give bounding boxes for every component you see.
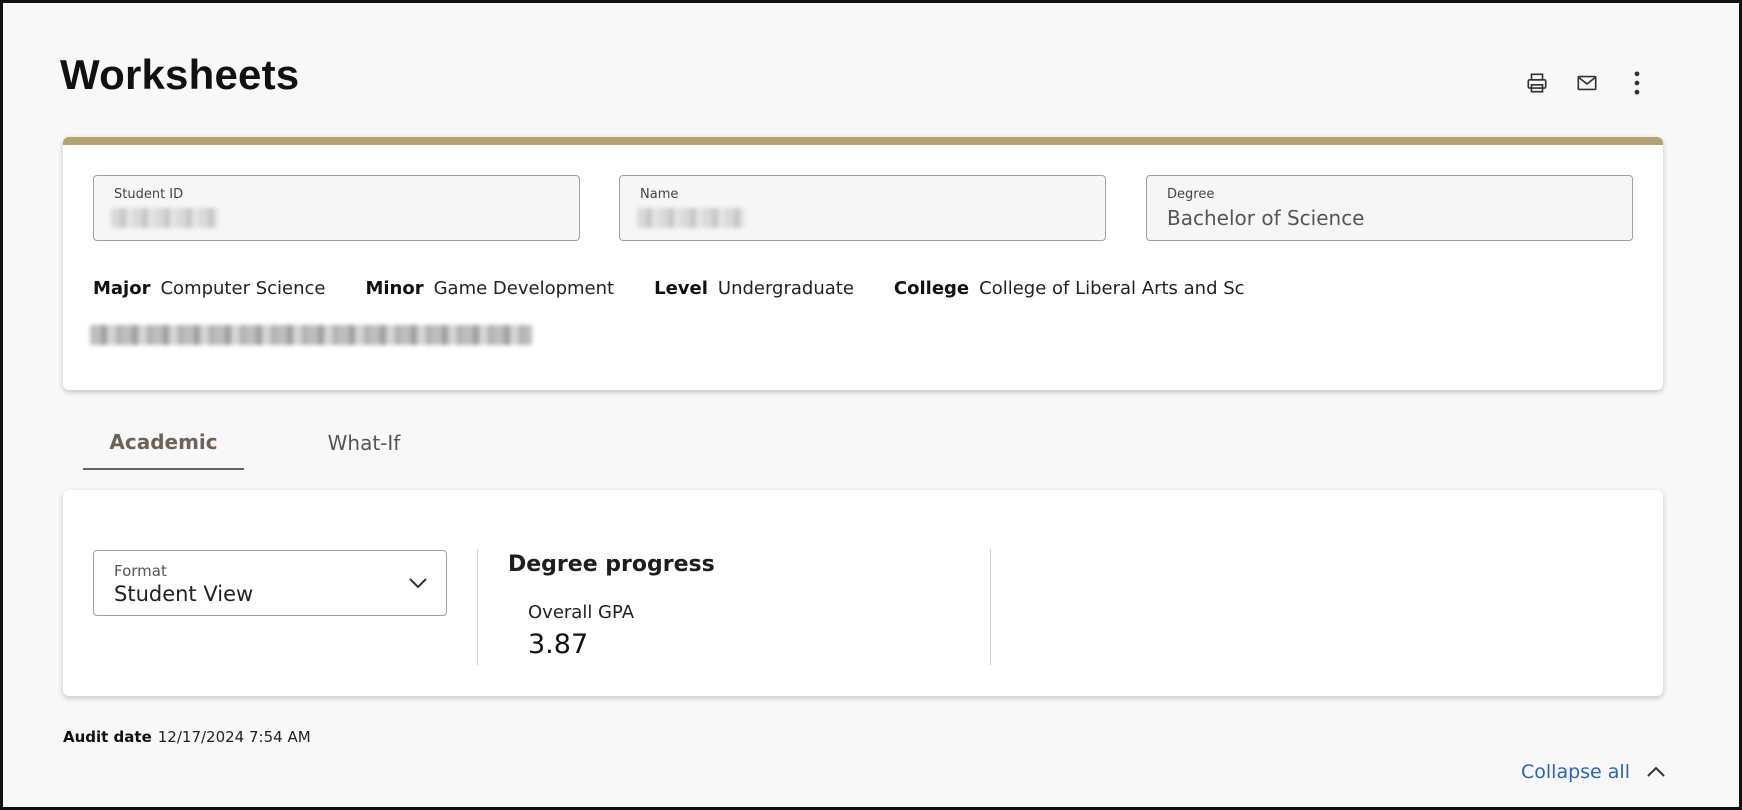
minor-item: Minor Game Development — [365, 278, 614, 299]
degree-field: Degree Bachelor of Science — [1146, 175, 1633, 241]
student-meta-row: Major Computer Science Minor Game Developm… — [93, 278, 1285, 299]
college-item: College College of Liberal Arts and Sc — [894, 278, 1245, 299]
email-button[interactable] — [1569, 65, 1605, 101]
divider-right — [990, 549, 991, 665]
major-value: Computer Science — [160, 278, 326, 299]
mail-icon — [1577, 75, 1597, 91]
minor-label: Minor — [365, 278, 424, 299]
level-value: Undergraduate — [717, 278, 854, 299]
page-title: Worksheets — [60, 51, 300, 98]
app-frame: Worksheets Student ID Name Degree Bachel… — [0, 0, 1742, 810]
student-name-field: Name — [619, 175, 1106, 241]
divider-left — [477, 549, 478, 665]
collapse-all-label: Collapse all — [1521, 761, 1630, 783]
student-name-label: Name — [640, 187, 679, 202]
audit-date-label: Audit date — [63, 728, 152, 746]
tab-academic[interactable]: Academic — [83, 415, 244, 470]
audit-date-value: 12/17/2024 7:54 AM — [157, 728, 311, 746]
degree-progress-title: Degree progress — [508, 552, 715, 577]
overall-gpa-value: 3.87 — [528, 629, 589, 660]
overall-gpa-label: Overall GPA — [528, 602, 635, 623]
college-value: College of Liberal Arts and Sc — [979, 278, 1245, 299]
student-id-field: Student ID — [93, 175, 580, 241]
collapse-all-button[interactable]: Collapse all — [1521, 761, 1666, 783]
more-vertical-icon — [1634, 71, 1640, 95]
level-item: Level Undergraduate — [654, 278, 854, 299]
format-select[interactable]: Format Student View — [93, 550, 447, 616]
chevron-down-icon — [409, 578, 427, 589]
major-item: Major Computer Science — [93, 278, 325, 299]
audit-summary-card: Format Student View Degree progress Over… — [63, 490, 1663, 696]
major-label: Major — [93, 278, 151, 299]
student-id-redacted — [111, 208, 218, 228]
student-name-redacted — [637, 208, 745, 228]
degree-label: Degree — [1167, 187, 1215, 202]
degree-value: Bachelor of Science — [1167, 206, 1365, 230]
more-options-button[interactable] — [1619, 65, 1655, 101]
print-button[interactable] — [1519, 65, 1555, 101]
level-label: Level — [654, 278, 708, 299]
worksheet-tabs: Academic What-If — [83, 415, 484, 470]
page-toolbar — [1519, 65, 1655, 101]
format-label: Format — [114, 562, 167, 580]
format-value: Student View — [114, 582, 254, 606]
chevron-up-icon — [1647, 766, 1665, 777]
student-info-card: Student ID Name Degree Bachelor of Scien… — [63, 137, 1663, 390]
redacted-info-line — [90, 325, 532, 345]
minor-value: Game Development — [433, 278, 615, 299]
tab-what-if[interactable]: What-If — [244, 415, 484, 470]
audit-date: Audit date 12/17/2024 7:54 AM — [63, 728, 311, 746]
student-id-label: Student ID — [114, 187, 184, 202]
college-label: College — [893, 278, 970, 299]
printer-icon — [1527, 73, 1547, 93]
